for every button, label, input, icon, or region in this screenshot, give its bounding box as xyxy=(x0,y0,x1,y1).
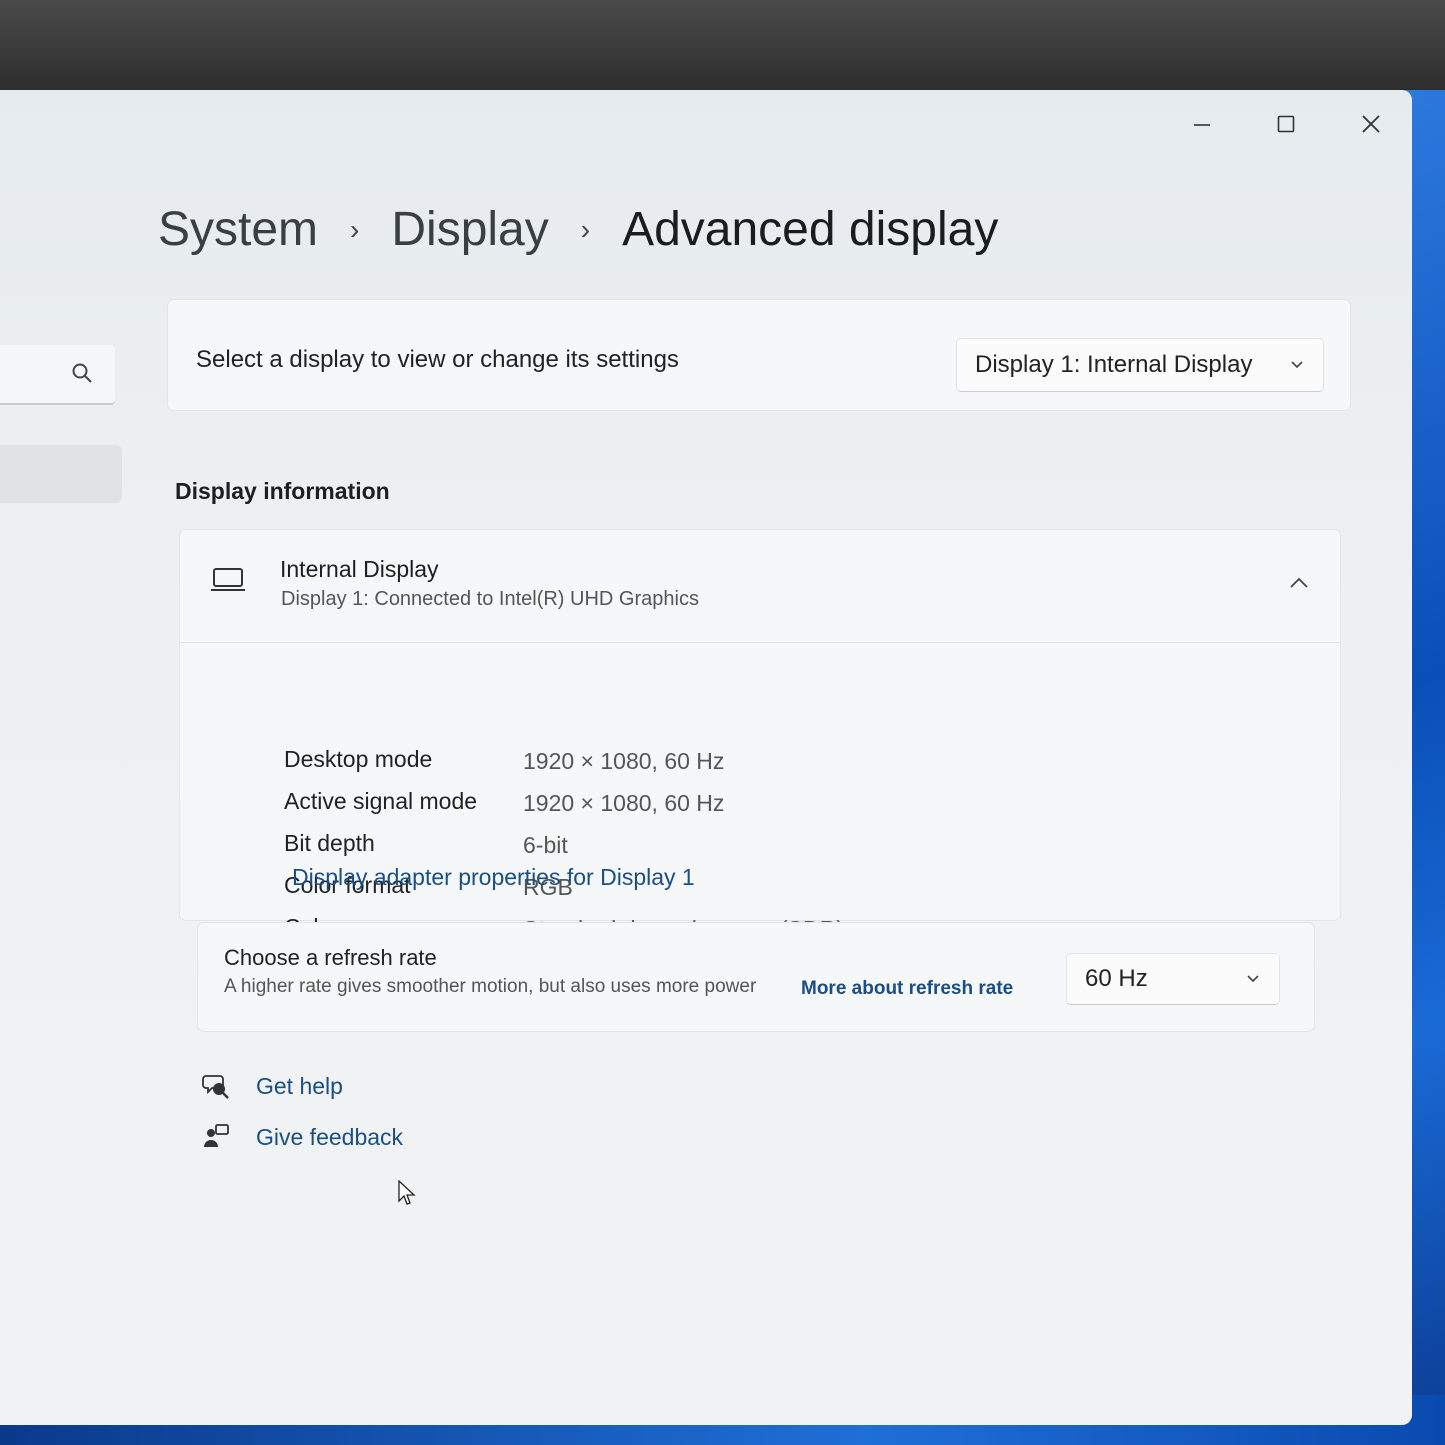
get-help-link[interactable]: Get help xyxy=(202,1072,343,1100)
breadcrumb-system[interactable]: System xyxy=(158,202,318,257)
display-select-value: Display 1: Internal Display xyxy=(975,351,1253,378)
display-select-card: Select a display to view or change its s… xyxy=(168,300,1350,410)
display-information-heading: Display information xyxy=(175,478,390,504)
display-information-card: Internal Display Display 1: Connected to… xyxy=(180,530,1340,942)
chevron-right-icon: › xyxy=(350,213,360,245)
minimize-icon xyxy=(1194,124,1210,126)
refresh-rate-card: Choose a refresh rate A higher rate give… xyxy=(198,923,1314,1031)
page-title: Advanced display xyxy=(622,203,999,256)
display-select-dropdown[interactable]: Display 1: Internal Display xyxy=(956,338,1324,392)
feedback-icon xyxy=(204,1124,229,1147)
display-select-label: Select a display to view or change its s… xyxy=(196,346,679,373)
refresh-rate-description: A higher rate gives smoother motion, but… xyxy=(224,976,757,997)
chevron-right-icon: › xyxy=(580,213,591,245)
chevron-down-icon xyxy=(1291,361,1303,369)
laptop-icon xyxy=(211,568,245,591)
sidebar-item-selected[interactable] xyxy=(0,445,122,503)
bit-depth-value: 6-bit xyxy=(523,832,568,858)
close-button[interactable] xyxy=(1341,104,1401,144)
device-name: Internal Display xyxy=(280,556,439,582)
get-help-label: Get help xyxy=(256,1072,343,1099)
chevron-down-icon xyxy=(1247,975,1259,983)
maximize-button[interactable] xyxy=(1256,104,1316,144)
help-icon xyxy=(202,1075,229,1099)
breadcrumb: System › Display › Advanced display xyxy=(158,202,998,257)
cursor-icon xyxy=(398,1180,416,1205)
refresh-rate-title: Choose a refresh rate xyxy=(224,945,437,970)
more-about-refresh-rate-link[interactable]: More about refresh rate xyxy=(801,978,1013,1000)
refresh-rate-dropdown[interactable]: 60 Hz xyxy=(1066,953,1280,1005)
chevron-up-icon[interactable] xyxy=(1288,572,1310,594)
close-icon xyxy=(1362,115,1380,133)
monitor-bezel xyxy=(0,0,1445,90)
device-connection: Display 1: Connected to Intel(R) UHD Gra… xyxy=(281,588,699,610)
give-feedback-label: Give feedback xyxy=(256,1123,404,1150)
give-feedback-link[interactable]: Give feedback xyxy=(202,1123,403,1151)
desktop-mode-label: Desktop mode xyxy=(284,746,433,772)
active-signal-mode-value: 1920 × 1080, 60 Hz xyxy=(523,790,725,816)
display-adapter-properties-link[interactable]: Display adapter properties for Display 1 xyxy=(292,864,695,891)
search-icon xyxy=(72,363,92,383)
search-input[interactable] xyxy=(0,345,115,405)
settings-window: System › Display › Advanced display Sele… xyxy=(0,90,1412,1425)
refresh-rate-value: 60 Hz xyxy=(1085,965,1148,992)
maximize-icon xyxy=(1277,115,1295,133)
desktop-mode-value: 1920 × 1080, 60 Hz xyxy=(523,748,725,774)
bit-depth-label: Bit depth xyxy=(284,830,375,856)
breadcrumb-display[interactable]: Display xyxy=(391,202,548,257)
display-information-header[interactable]: Internal Display Display 1: Connected to… xyxy=(180,530,1340,643)
minimize-button[interactable] xyxy=(1172,104,1232,144)
active-signal-mode-label: Active signal mode xyxy=(284,788,478,814)
